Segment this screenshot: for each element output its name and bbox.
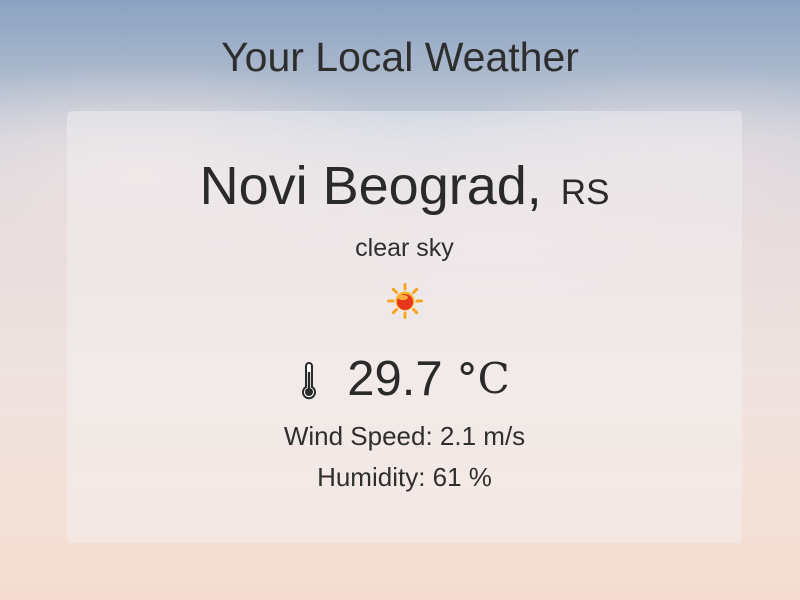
temperature-unit: °C	[456, 354, 510, 403]
weather-description: clear sky	[355, 234, 454, 262]
weather-card: Novi Beograd, RS clear sky 29.7 °C Wind …	[67, 111, 742, 543]
location-heading: Novi Beograd, RS	[67, 155, 742, 224]
page-title: Your Local Weather	[221, 34, 579, 80]
humidity: Humidity: 61 %	[67, 462, 742, 492]
wind-speed-value: 2.1 m/s	[439, 421, 526, 451]
humidity-label: Humidity:	[317, 462, 426, 492]
weather-page: { "header": { "title": "Your Local Weath…	[0, 0, 800, 600]
humidity-value: 61 %	[432, 462, 492, 492]
country-code: RS	[560, 173, 610, 212]
wind-speed-label: Wind Speed:	[283, 421, 433, 451]
wind-speed: Wind Speed: 2.1 m/s	[67, 421, 742, 451]
temperature-row: 29.7 °C	[67, 351, 742, 407]
temperature-value: 29.7	[347, 352, 443, 406]
city-name: Novi Beograd,	[199, 156, 542, 216]
thermometer-icon	[302, 362, 317, 400]
sun-icon	[387, 283, 423, 319]
